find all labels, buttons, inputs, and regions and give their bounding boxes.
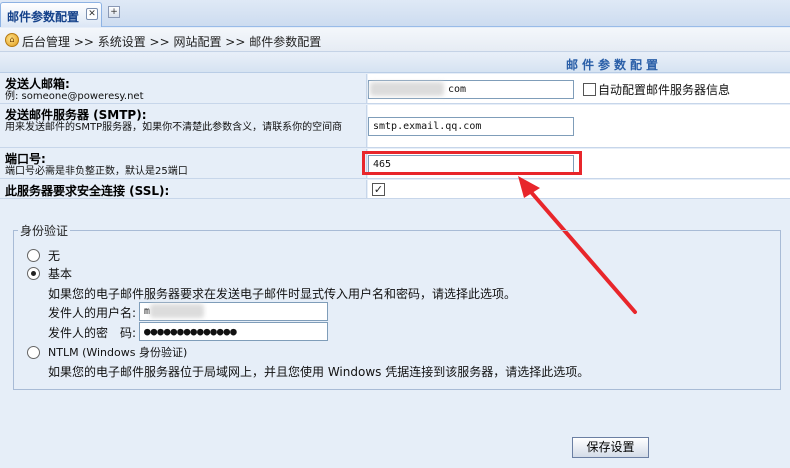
new-tab-icon[interactable]: + [108,6,120,18]
redaction-blur [150,304,204,318]
tab-strip: 邮件参数配置 ✕ + [0,0,790,27]
auth-basic-label: 基本 [48,267,73,281]
auto-config-checkbox[interactable] [583,83,596,96]
auto-config-label: 自动配置邮件服务器信息 [598,83,731,97]
auth-none-radio[interactable] [27,249,40,262]
save-button[interactable]: 保存设置 [572,437,649,458]
close-icon[interactable]: ✕ [86,8,98,20]
auth-none-label: 无 [48,249,61,263]
section-header: 邮件参数配置 [0,53,790,73]
sender-email-desc: 例: someone@poweresy.net [5,91,144,102]
auth-basic-radio[interactable] [27,267,40,280]
ssl-title: 此服务器要求安全连接 (SSL): [5,184,170,198]
tab-label: 邮件参数配置 [7,10,80,24]
tab-mail-config[interactable]: 邮件参数配置 ✕ [0,2,102,27]
auth-ntlm-desc: 如果您的电子邮件服务器位于局域网上，并且您使用 Windows 凭据连接到该服务… [48,365,590,379]
password-label: 发件人的密 码: [48,326,137,340]
port-desc: 端口号必需是非负整正数，默认是25端口 [5,166,188,177]
auth-basic-desc: 如果您的电子邮件服务器要求在发送电子邮件时显式传入用户名和密码，请选择此选项。 [48,287,517,301]
breadcrumb-text: 后台管理 >> 系统设置 >> 网站配置 >> 邮件参数配置 [22,35,322,49]
ssl-checkbox[interactable]: ✓ [372,183,385,196]
smtp-desc: 用来发送邮件的SMTP服务器，如果你不清楚此参数含义，请联系你的空间商 [5,122,343,133]
row-ssl: 此服务器要求安全连接 (SSL): ✓ [0,180,790,199]
home-icon: ⌂ [5,33,19,47]
auth-legend: 身份验证 [18,222,71,239]
breadcrumb: ⌂ 后台管理 >> 系统设置 >> 网站配置 >> 邮件参数配置 [0,28,790,52]
password-input[interactable]: ●●●●●●●●●●●●●● [139,322,328,341]
smtp-input[interactable]: smtp.exmail.qq.com [368,117,574,136]
username-label: 发件人的用户名: [48,306,137,320]
auth-ntlm-radio[interactable] [27,346,40,359]
auth-ntlm-label: NTLM (Windows 身份验证) [48,346,188,359]
section-title: 邮件参数配置 [565,58,662,72]
row-sender-email: 发送人邮箱: 例: someone@poweresy.net com 自动配置邮… [0,74,790,104]
row-smtp-server: 发送邮件服务器 (SMTP): 用来发送邮件的SMTP服务器，如果你不清楚此参数… [0,105,790,148]
sender-email-value: com [448,84,467,95]
redaction-blur [370,82,444,96]
